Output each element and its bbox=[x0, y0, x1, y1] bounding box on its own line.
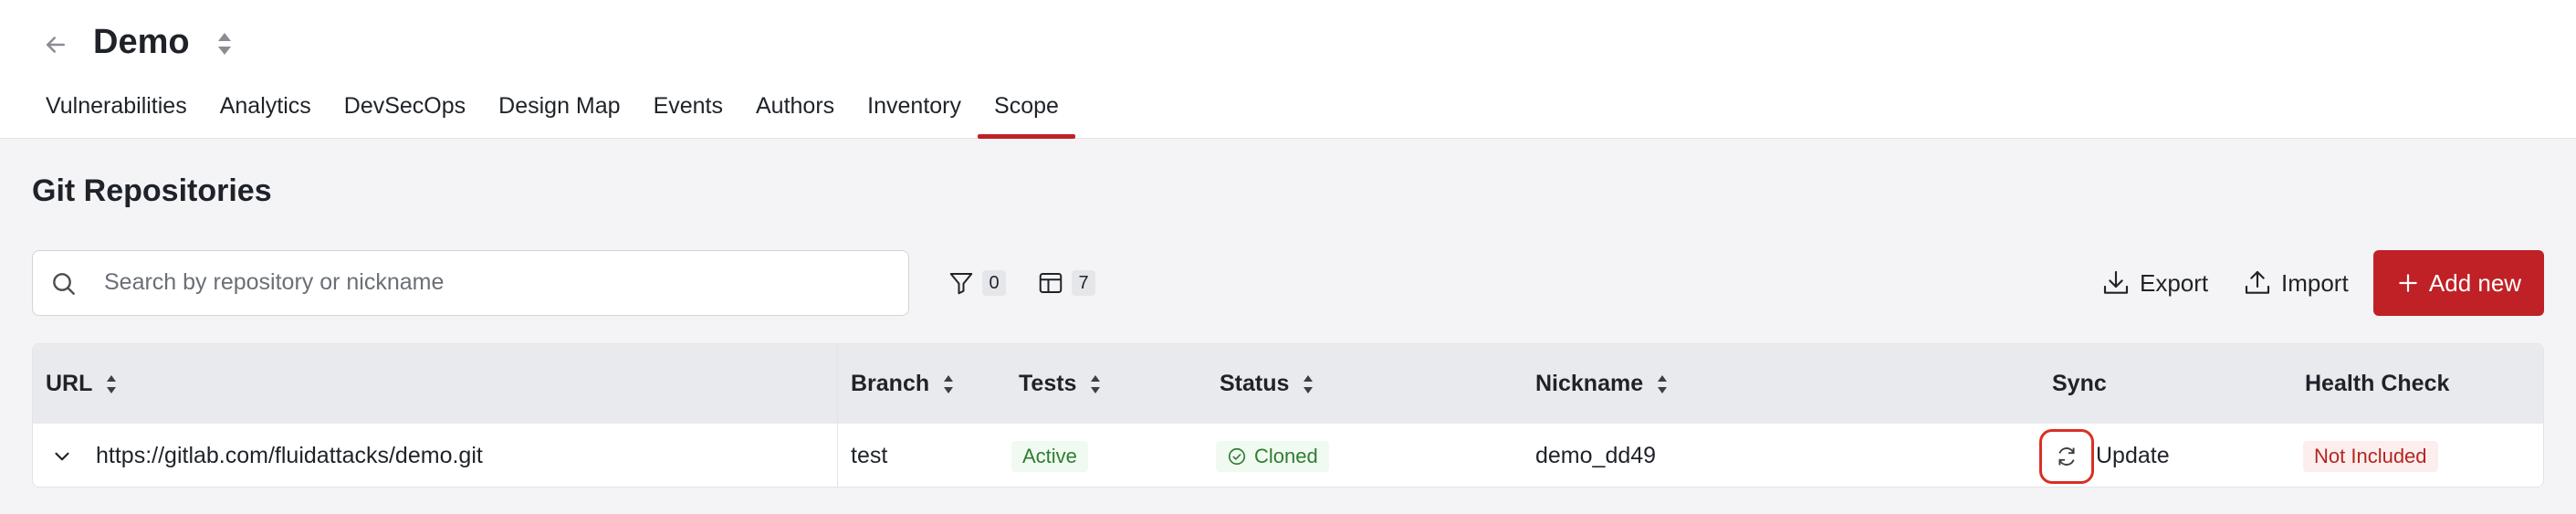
refresh-icon bbox=[2058, 446, 2075, 466]
download-icon bbox=[2103, 270, 2129, 294]
repo-url[interactable]: https://gitlab.com/fluidattacks/demo.git bbox=[96, 424, 483, 487]
filter-icon bbox=[949, 273, 973, 295]
column-header-nickname[interactable]: Nickname bbox=[1535, 344, 1669, 424]
chevron-down-icon bbox=[55, 452, 69, 460]
column-header-label: Health Check bbox=[2305, 371, 2450, 396]
tests-cell: Active bbox=[1011, 424, 1088, 487]
sort-icon bbox=[1304, 374, 1314, 393]
filters-count-badge: 0 bbox=[982, 270, 1006, 296]
tab-vulnerabilities[interactable]: Vulnerabilities bbox=[29, 86, 204, 139]
table-header: URL Branch Tests Status Nickname Sync He… bbox=[33, 344, 2543, 424]
add-new-button[interactable]: Add new bbox=[2373, 250, 2544, 316]
status-cell: Cloned bbox=[1216, 424, 1329, 487]
search-icon bbox=[53, 273, 75, 295]
column-header-label: Branch bbox=[851, 371, 930, 396]
column-header-branch[interactable]: Branch bbox=[851, 344, 955, 424]
column-header-label: Nickname bbox=[1535, 371, 1644, 396]
sort-icon bbox=[944, 374, 954, 393]
tab-authors[interactable]: Authors bbox=[739, 86, 851, 139]
tab-scope[interactable]: Scope bbox=[978, 86, 1075, 139]
column-header-url[interactable]: URL bbox=[46, 344, 118, 424]
page-header: Demo Vulnerabilities Analytics DevSecOps… bbox=[0, 0, 2576, 139]
search-box bbox=[32, 250, 909, 316]
column-header-label: URL bbox=[46, 371, 93, 396]
column-header-label: Sync bbox=[2052, 371, 2107, 396]
expand-row-button[interactable] bbox=[46, 424, 79, 487]
search-input[interactable] bbox=[104, 251, 889, 314]
clone-status-label: Cloned bbox=[1254, 444, 1318, 467]
tab-devsecops[interactable]: DevSecOps bbox=[328, 86, 482, 139]
health-check-cell: Not Included bbox=[2303, 424, 2438, 487]
repositories-table: URL Branch Tests Status Nickname Sync He… bbox=[32, 343, 2544, 488]
group-switcher[interactable] bbox=[214, 30, 236, 58]
columns-count-badge: 7 bbox=[1072, 270, 1095, 296]
repo-nickname: demo_dd49 bbox=[1535, 443, 1657, 468]
columns-button[interactable]: 7 bbox=[1037, 265, 1095, 301]
import-label: Import bbox=[2281, 268, 2349, 297]
tests-status-badge: Active bbox=[1011, 440, 1088, 472]
health-check-badge: Not Included bbox=[2303, 440, 2438, 472]
sort-icon bbox=[218, 33, 231, 55]
upload-icon bbox=[2245, 270, 2270, 294]
sync-button[interactable] bbox=[2039, 428, 2094, 484]
check-circle-icon bbox=[1228, 447, 1246, 465]
sync-update-label[interactable]: Update bbox=[2096, 443, 2170, 469]
sync-cell: Update bbox=[2039, 424, 2170, 487]
column-header-status[interactable]: Status bbox=[1220, 344, 1314, 424]
column-header-sync: Sync bbox=[2052, 344, 2107, 424]
export-button[interactable]: Export bbox=[2101, 263, 2208, 303]
clone-status-badge: Cloned bbox=[1216, 440, 1329, 472]
column-header-health-check: Health Check bbox=[2305, 344, 2449, 424]
sort-icon bbox=[107, 374, 117, 393]
sort-icon bbox=[1658, 374, 1668, 393]
tab-inventory[interactable]: Inventory bbox=[851, 86, 978, 139]
column-divider bbox=[837, 344, 838, 487]
filters-button[interactable]: 0 bbox=[948, 265, 1006, 301]
add-new-label: Add new bbox=[2428, 268, 2522, 297]
tab-bar: Vulnerabilities Analytics DevSecOps Desi… bbox=[29, 86, 1075, 139]
import-button[interactable]: Import bbox=[2243, 263, 2349, 303]
back-button[interactable] bbox=[37, 26, 75, 64]
repo-branch: test bbox=[851, 443, 888, 468]
arrow-left-icon bbox=[47, 37, 65, 53]
tab-events[interactable]: Events bbox=[637, 86, 739, 139]
plus-icon bbox=[2399, 274, 2417, 292]
section-title: Git Repositories bbox=[32, 173, 272, 208]
columns-icon bbox=[1039, 273, 1063, 293]
column-header-label: Status bbox=[1220, 371, 1290, 396]
column-header-tests[interactable]: Tests bbox=[1019, 344, 1102, 424]
column-header-label: Tests bbox=[1019, 371, 1077, 396]
sort-icon bbox=[1091, 374, 1101, 393]
tab-design-map[interactable]: Design Map bbox=[482, 86, 636, 139]
export-label: Export bbox=[2140, 268, 2209, 297]
tab-analytics[interactable]: Analytics bbox=[204, 86, 328, 139]
page-title: Demo bbox=[93, 23, 190, 61]
